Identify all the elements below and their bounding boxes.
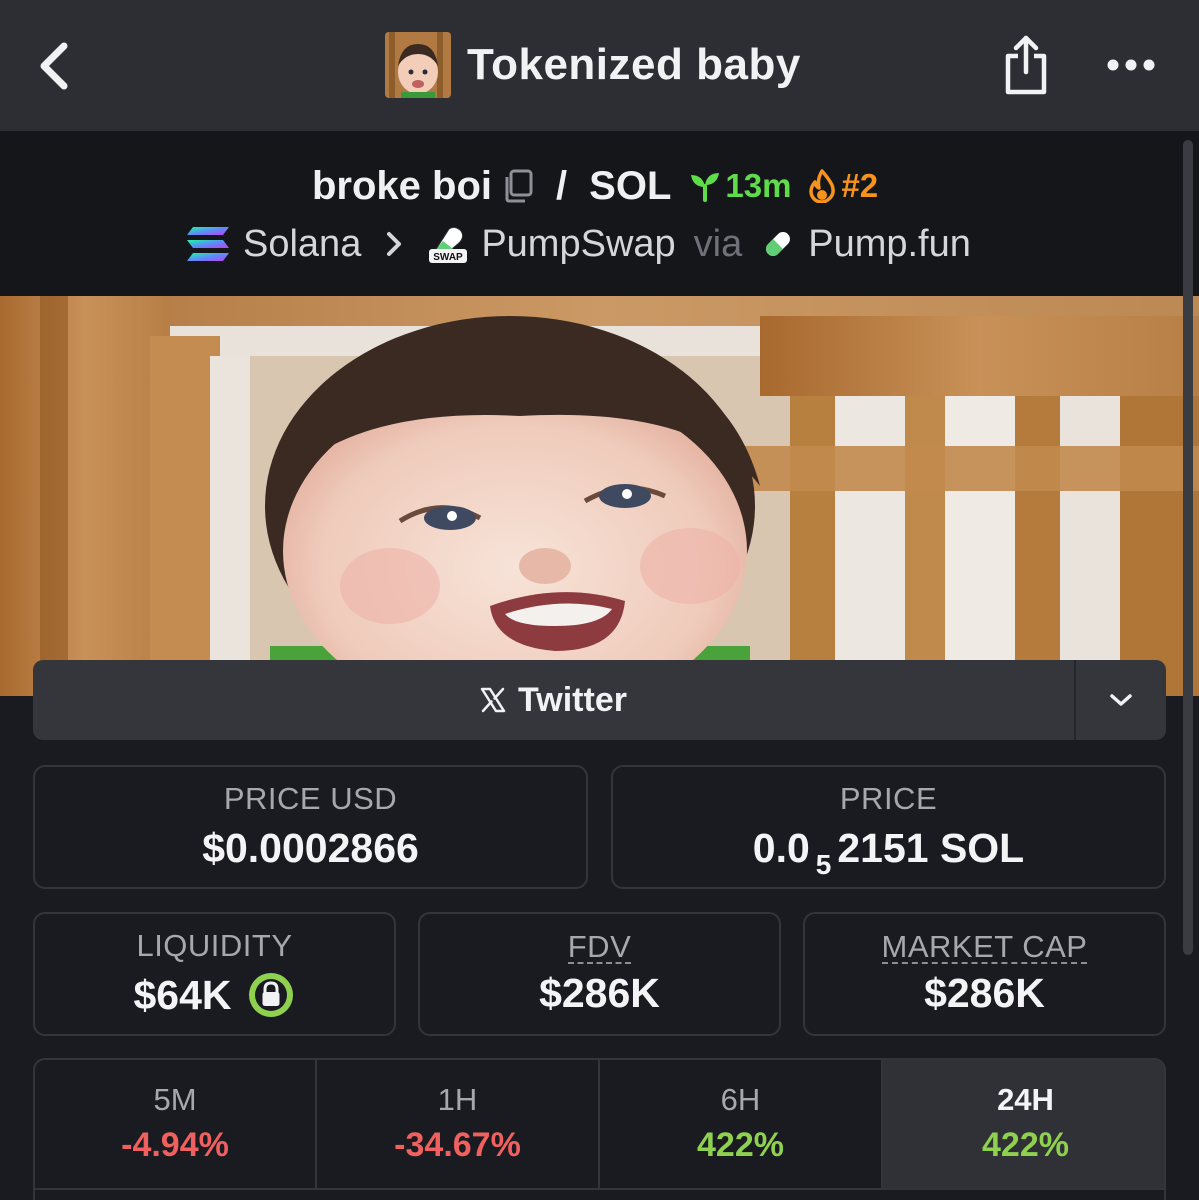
links-dropdown-button[interactable] [1076,660,1166,740]
fdv-value: $286K [539,970,660,1016]
price-native-value: 0.0 5 2151 SOL [613,825,1164,880]
via-label: via [693,222,743,265]
price-usd-value: $0.0002866 [202,825,419,871]
top-nav-bar: Tokenized baby [0,0,1199,131]
fdv-card: FDV $286K [418,912,781,1036]
more-options-button[interactable] [1103,52,1159,78]
pair-header: broke boi / SOL 13m #2 Solana SWAP PumpS… [0,131,1199,296]
page-title: Tokenized baby [467,40,801,89]
fdv-label[interactable]: FDV [567,931,632,964]
tab-label: 6H [720,1082,761,1117]
launchpad-name[interactable]: Pump.fun [808,223,971,266]
back-button[interactable] [34,40,74,92]
twitter-button[interactable]: Twitter [33,660,1074,740]
liquidity-value: $64K [133,971,232,1018]
token-avatar [385,32,451,98]
chevron-down-icon [1110,694,1132,706]
tab-1h[interactable]: 1H -34.67% [317,1060,600,1190]
price-usd-card: PRICE USD $0.0002866 [33,765,588,889]
pill-icon [766,232,791,256]
tab-24h[interactable]: 24H 422% [883,1060,1164,1190]
tab-label: 24H [997,1082,1054,1117]
share-icon [1005,35,1047,95]
pair-age-badge: 13m [689,167,791,205]
dex-name[interactable]: PumpSwap [481,223,675,266]
quote-token-name: SOL [589,163,672,208]
pumpswap-icon: SWAP [429,226,468,263]
solana-icon [187,227,229,261]
tab-change-value: 422% [982,1126,1069,1164]
flame-icon [809,169,836,203]
copy-icon[interactable] [502,168,534,204]
pair-age: 13m [725,167,792,204]
base-token-name: broke boi [312,163,493,208]
liquidity-label: LIQUIDITY [136,928,293,963]
tab-change-value: -4.94% [121,1126,229,1164]
social-links-bar: Twitter [33,660,1166,740]
chevron-right-icon [387,232,402,256]
price-prefix: 0.0 [752,825,810,871]
liquidity-value-row: $64K [35,970,394,1020]
chevron-left-icon [40,42,68,90]
price-suffix: 2151 SOL [837,825,1025,871]
market-cap-card: MARKET CAP $286K [803,912,1166,1036]
lock-icon[interactable] [246,970,296,1020]
divider [35,1188,1164,1190]
chain-name[interactable]: Solana [243,223,361,266]
seedling-icon [691,173,720,202]
pair-separator: / [556,163,568,208]
tab-change-value: 422% [697,1126,784,1164]
share-button[interactable] [1000,34,1052,96]
trending-rank-badge[interactable]: #2 [807,167,878,205]
price-native-card: PRICE 0.0 5 2151 SOL [611,765,1166,889]
twitter-label: Twitter [518,680,627,719]
token-banner-image [0,296,1199,696]
tab-change-value: -34.67% [394,1126,521,1164]
chain-dex-row: Solana SWAP PumpSwap via Pump.fun [185,219,971,269]
pumpswap-icon-label: SWAP [434,252,464,263]
nav-title-group: Tokenized baby [385,32,801,98]
tab-5m[interactable]: 5M -4.94% [35,1060,317,1190]
liquidity-card: LIQUIDITY $64K [33,912,396,1036]
price-usd-label: PRICE USD [223,781,398,816]
tab-label: 1H [437,1082,478,1117]
market-cap-label[interactable]: MARKET CAP [881,931,1088,964]
x-logo-icon [480,687,506,713]
pair-title-row: broke boi / SOL 13m #2 [312,161,878,211]
price-zero-count: 5 [815,849,832,880]
price-change-tabs: 5M -4.94% 1H -34.67% 6H 422% 24H 422% [33,1058,1166,1200]
trending-rank: #2 [841,167,879,204]
more-icon [1107,59,1155,71]
tab-label: 5M [153,1082,197,1117]
market-cap-value: $286K [924,970,1045,1016]
tab-6h[interactable]: 6H 422% [600,1060,883,1190]
scrollbar[interactable] [1183,140,1193,955]
price-label: PRICE [839,781,938,816]
